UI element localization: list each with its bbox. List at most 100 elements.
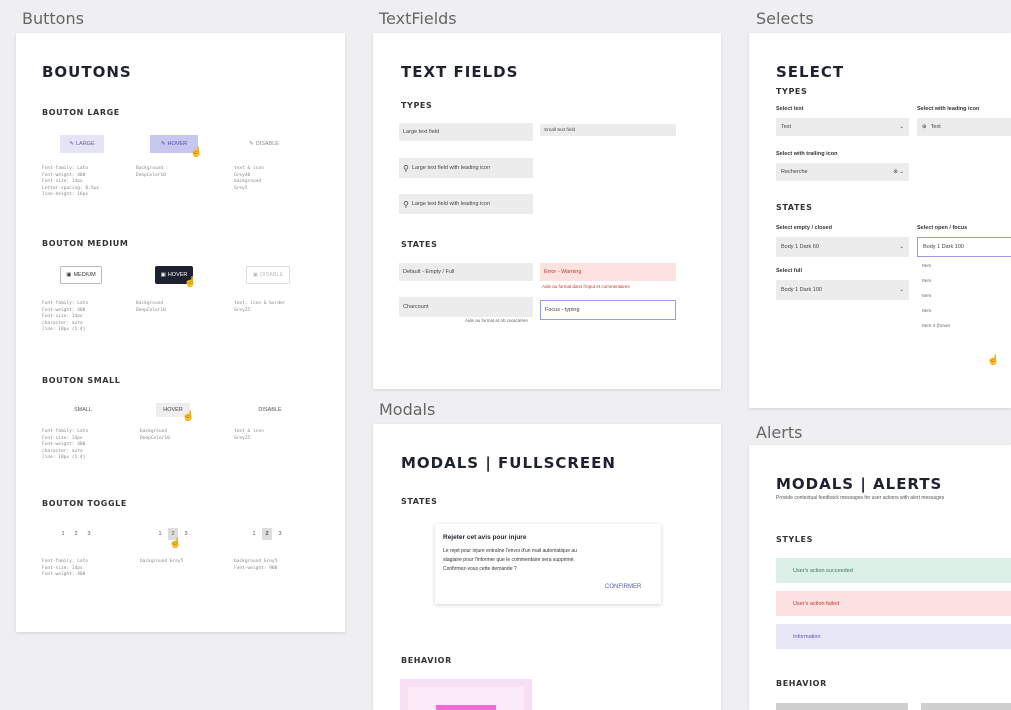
- select-value: Text: [781, 124, 792, 130]
- select-leading-icon[interactable]: ⊕ Text: [917, 118, 1011, 136]
- chevron-down-icon: ⌄: [899, 244, 904, 250]
- field-label: Select open / focus: [917, 225, 968, 231]
- selects-card: SELECT TYPES Select text Text ⌄ Select w…: [749, 33, 1011, 408]
- alert-text: User's action failed: [793, 600, 840, 607]
- cursor-icon: ☝: [169, 538, 182, 549]
- section-heading: BOUTON MEDIUM: [42, 239, 129, 248]
- button-label: HOVER: [163, 407, 183, 413]
- location-icon: ⊕: [922, 124, 927, 130]
- card-subtitle: Provide contextual feedback messages for…: [776, 495, 945, 501]
- field-text: Large text field with leading icon: [411, 165, 491, 171]
- select-option[interactable]: Item: [922, 279, 931, 284]
- select-option[interactable]: Item: [922, 309, 931, 314]
- field-text: Small text field: [544, 127, 576, 133]
- focus-state-field[interactable]: Focus - typing: [540, 300, 676, 320]
- medium-button-disabled[interactable]: ▣ DISABLE: [246, 266, 290, 284]
- textfields-card: TEXT FIELDS TYPES Large text field Small…: [373, 33, 721, 389]
- field-label: Select empty / closed: [776, 225, 832, 231]
- pencil-icon: ✎: [249, 141, 254, 147]
- button-label: DISABLE: [255, 141, 279, 147]
- small-button[interactable]: SMALL: [66, 403, 100, 417]
- button-label: DISABLE: [258, 407, 282, 413]
- toggle-item[interactable]: 2: [71, 528, 81, 540]
- spec-text: background Grey5 Font-weight: 900: [234, 559, 278, 571]
- button-label: HOVER: [167, 141, 188, 147]
- button-label: LARGE: [75, 141, 95, 147]
- select-trailing-icon[interactable]: Recherche ⊗ ⌄: [776, 163, 909, 181]
- spec-text: Font-family: Lato Font-size: 14px Font-w…: [42, 559, 89, 577]
- search-icon: ⚲: [403, 199, 409, 209]
- select-value: Text: [930, 124, 941, 130]
- toggle-item[interactable]: 1: [155, 528, 165, 540]
- dialog-body: Le rejet pour injure entraîne l'envoi d'…: [443, 548, 577, 554]
- field-label: Select text: [776, 106, 804, 112]
- toggle-item-selected[interactable]: 2: [262, 528, 272, 540]
- chevron-down-icon: ⌄: [899, 287, 904, 293]
- cursor-icon: ☝: [184, 277, 197, 288]
- button-label: DISABLE: [259, 272, 284, 278]
- modals-card: MODALS | FULLSCREEN STATES Rejeter cet a…: [373, 424, 721, 710]
- select-value: Body 1 Dark 100: [923, 244, 964, 250]
- select-empty[interactable]: Body 1 Dark 60 ⌄: [776, 237, 909, 257]
- frame-label-modals: Modals: [379, 400, 436, 419]
- field-label: Select with trailing icon: [776, 151, 838, 157]
- error-state-field[interactable]: Error - Warning: [540, 263, 676, 281]
- alerts-card: MODALS | ALERTS Provide contextual feedb…: [749, 445, 1011, 710]
- error-helper-text: Aide au format dans l'input et commentai…: [542, 284, 630, 289]
- dialog-body: Confirmez-vous cette demande ?: [443, 566, 517, 572]
- card-title: SELECT: [776, 63, 845, 81]
- clear-icon[interactable]: ⊗ ⌄: [893, 169, 904, 175]
- large-text-field[interactable]: Large text field: [399, 123, 533, 141]
- square-icon: ▣: [160, 272, 166, 278]
- spec-text: text & icon Grey25: [234, 429, 264, 441]
- leading-icon-text-field[interactable]: ⚲ Large text field with leading icon: [399, 158, 533, 178]
- cursor-icon: ☝: [190, 147, 203, 158]
- toggle-item[interactable]: 1: [58, 528, 68, 540]
- cursor-icon: ☝: [182, 411, 195, 422]
- confirm-dialog: Rejeter cet avis pour injure Le rejet po…: [435, 524, 661, 604]
- spec-text: text, icon & border Grey25: [234, 301, 286, 313]
- large-button[interactable]: ✎ LARGE: [60, 135, 104, 153]
- select-text[interactable]: Text ⌄: [776, 118, 909, 136]
- select-open[interactable]: Body 1 Dark 100: [917, 237, 1011, 257]
- section-heading: STATES: [776, 203, 813, 212]
- large-button-disabled[interactable]: ✎ DISABLE: [238, 135, 290, 153]
- default-state-field[interactable]: Default - Empty / Full: [399, 263, 533, 281]
- select-option[interactable]: Item: [922, 294, 931, 299]
- medium-button[interactable]: ▣ MEDIUM: [60, 266, 102, 284]
- confirm-button[interactable]: CONFIRMER: [605, 584, 641, 590]
- frame-label-alerts: Alerts: [756, 423, 803, 442]
- small-button-disabled[interactable]: DISABLE: [252, 403, 288, 417]
- field-text: Focus - typing: [545, 307, 580, 313]
- buttons-card: BOUTONS BOUTON LARGE ✎ LARGE ✎ HOVER ☝ ✎ DI…: [16, 33, 345, 632]
- field-text: Large text field: [403, 129, 440, 135]
- section-heading: BEHAVIOR: [776, 679, 827, 688]
- select-value: Body 1 Dark 60: [781, 244, 819, 250]
- section-heading: STATES: [401, 240, 438, 249]
- toggle-item[interactable]: 3: [275, 528, 285, 540]
- behavior-preview: [921, 703, 1011, 710]
- spec-text: Font-family: Lato Font-weight: 400 Font-…: [42, 301, 89, 332]
- toggle-item[interactable]: 1: [249, 528, 259, 540]
- select-value: Body 1 Dark 100: [781, 287, 822, 293]
- leading-icon-text-field[interactable]: ⚲ Large text field with leading icon: [399, 194, 533, 214]
- pencil-icon: ✎: [69, 141, 74, 147]
- toggle-item[interactable]: 3: [84, 528, 94, 540]
- alert-error: User's action failed: [776, 591, 1011, 616]
- button-label: MEDIUM: [73, 272, 96, 278]
- square-icon: ▣: [66, 272, 72, 278]
- toggle-item[interactable]: 3: [181, 528, 191, 540]
- field-text: Charcount: [403, 304, 429, 310]
- alert-success: User's action succeeded: [776, 558, 1011, 583]
- charcount-state-field[interactable]: Charcount: [399, 297, 533, 317]
- small-text-field[interactable]: Small text field: [540, 124, 676, 136]
- select-option[interactable]: Item: [922, 264, 931, 269]
- section-heading: BOUTON LARGE: [42, 108, 120, 117]
- select-option-hover[interactable]: Item 4 (hover: [922, 324, 950, 329]
- section-heading: TYPES: [401, 101, 433, 110]
- field-text: Error - Warning: [544, 269, 582, 275]
- card-title: BOUTONS: [42, 63, 132, 81]
- select-full[interactable]: Body 1 Dark 100 ⌄: [776, 280, 909, 300]
- alert-info: Information: [776, 624, 1011, 649]
- spec-text: Background : DeepColor10: [136, 166, 169, 178]
